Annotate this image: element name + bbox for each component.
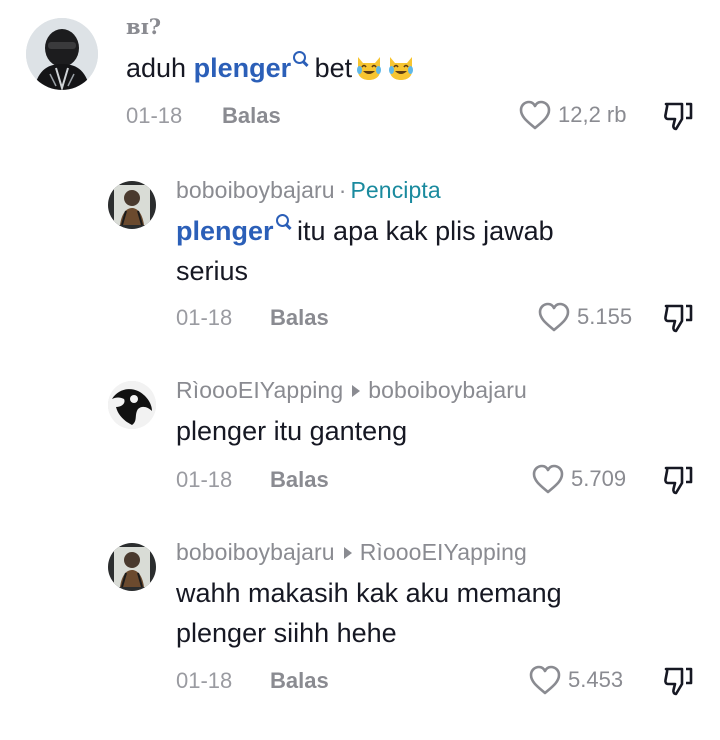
comment-text-suffix: bet [307, 53, 353, 83]
creator-badge: Pencipta [350, 177, 441, 203]
search-tag-label: plenger [176, 216, 274, 246]
comment-date: 01-18 [126, 103, 183, 128]
reply-arrow-icon [343, 546, 352, 559]
comment-username-row: boboiboybajaru · Pencipta [176, 177, 441, 204]
comment-text: aduh plenger bet [126, 48, 416, 88]
reply-arrow-icon [352, 384, 361, 397]
thumbs-down-icon[interactable] [662, 100, 694, 132]
thumbs-down-icon[interactable] [662, 665, 694, 697]
comment-line-2: plenger siihh hehe [176, 618, 397, 648]
search-tag-link[interactable]: plenger [176, 214, 290, 246]
comment-line-1: plenger itu apa kak plis jawab [176, 211, 554, 251]
reply-to-username[interactable]: RìoooEIYapping [360, 539, 527, 565]
comment-date: 01-18 [176, 305, 233, 330]
comment-text: plenger itu apa kak plis jawab serius [176, 211, 554, 291]
comment-text-prefix: aduh [126, 53, 194, 83]
reply-button[interactable]: Balas [270, 467, 329, 493]
comment-username[interactable]: RìoooEIYapping [176, 377, 343, 403]
comment-username[interactable]: boboiboybajaru [176, 177, 335, 203]
comment-line-2: serius [176, 256, 249, 286]
heart-outline-icon [529, 665, 561, 695]
like-count: 5.453 [568, 667, 624, 692]
search-icon [293, 51, 307, 65]
avatar[interactable] [108, 381, 156, 429]
comment-username[interactable]: boboiboybajaru [176, 539, 335, 565]
like-button[interactable]: 12,2 rb [518, 100, 627, 130]
search-tag-link[interactable]: plenger [193, 51, 308, 83]
reply-button[interactable]: Balas [270, 305, 329, 331]
comment-text: plenger itu ganteng [176, 416, 408, 446]
comment-date: 01-18 [176, 467, 233, 492]
comment-date: 01-18 [176, 668, 233, 693]
like-count: 5.709 [571, 466, 627, 491]
search-icon [275, 214, 290, 228]
separator: · [338, 177, 347, 203]
comment-username-row: boboiboybajaru RìoooEIYapping [176, 539, 527, 566]
avatar[interactable] [108, 181, 156, 229]
like-button[interactable]: 5.709 [531, 464, 626, 494]
comment-text: wahh makasih kak aku memang plenger siih… [176, 573, 562, 653]
reply-to-username[interactable]: boboiboybajaru [368, 377, 527, 403]
heart-outline-icon [532, 464, 564, 494]
like-count: 12,2 rb [558, 102, 627, 127]
reply-button[interactable]: Balas [222, 103, 281, 129]
laughing-cat-emoji [357, 57, 382, 80]
like-count: 5.155 [577, 304, 633, 329]
comment-username[interactable]: ʙɪ? [126, 14, 161, 39]
search-tag-label: plenger [193, 53, 292, 83]
comment-line-1: wahh makasih kak aku memang [176, 578, 562, 608]
comment-username-row: RìoooEIYapping boboiboybajaru [176, 377, 527, 404]
heart-outline-icon [538, 302, 570, 332]
thumbs-down-icon[interactable] [662, 302, 694, 334]
like-button[interactable]: 5.453 [528, 665, 623, 695]
comment-text-suffix: itu apa kak plis jawab [289, 216, 554, 246]
thumbs-down-icon[interactable] [662, 464, 694, 496]
heart-outline-icon [519, 100, 551, 130]
reply-button[interactable]: Balas [270, 668, 329, 694]
avatar[interactable] [108, 543, 156, 591]
laughing-cat-emoji [389, 57, 414, 80]
avatar[interactable] [26, 18, 98, 90]
like-button[interactable]: 5.155 [537, 302, 632, 332]
